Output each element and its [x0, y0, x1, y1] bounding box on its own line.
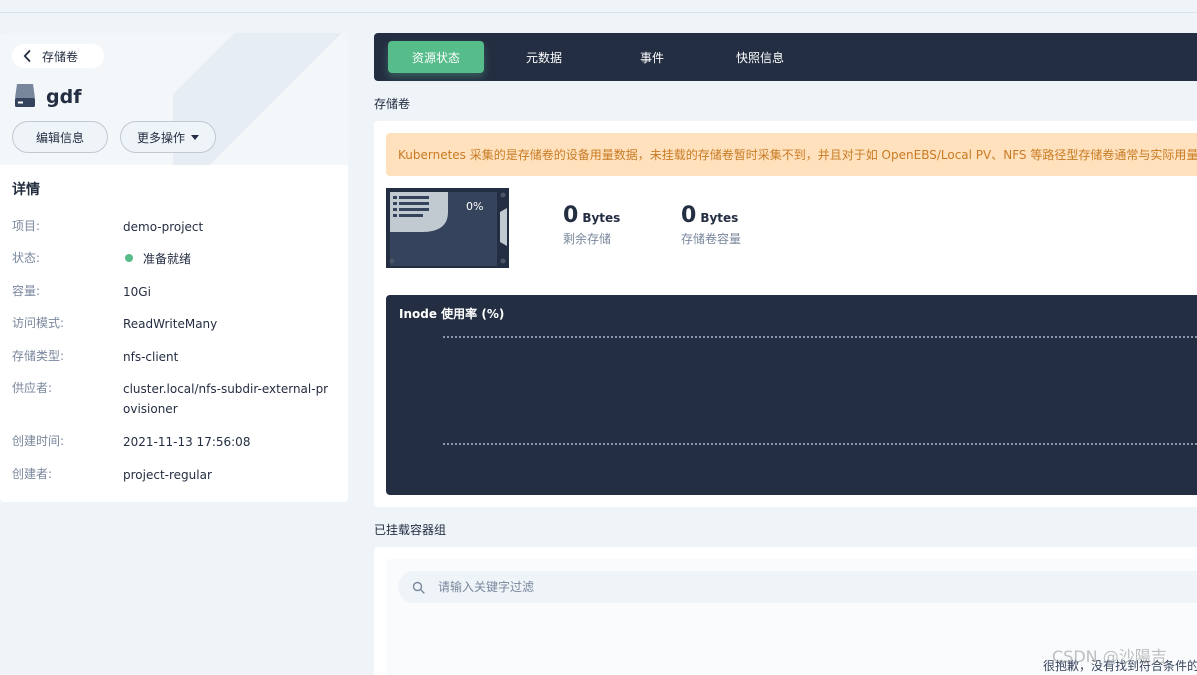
detail-row-capacity: 容量: 10Gi [12, 282, 342, 302]
volume-usage-card: Kubernetes 采集的是存储卷的设备用量数据，未挂载的存储卷暂时采集不到，… [374, 121, 1197, 507]
tab-bar: 资源状态 元数据 事件 快照信息 [374, 33, 1197, 81]
detail-value: cluster.local/nfs-subdir-external-provis… [123, 382, 329, 416]
inode-usage-chart: Inode 使用率 (%) [386, 295, 1197, 495]
status-dot-icon [125, 254, 133, 262]
remaining-storage-stat: 0 Bytes 剩余存储 [563, 203, 620, 247]
tab-resource-status[interactable]: 资源状态 [388, 41, 484, 73]
volume-icon [14, 82, 36, 112]
search-input[interactable] [438, 580, 1138, 594]
disk-usage-graphic: 0% [386, 188, 509, 268]
more-actions-label: 更多操作 [136, 130, 185, 145]
more-actions-button[interactable]: 更多操作 [120, 121, 216, 153]
detail-key: 项目: [12, 219, 41, 233]
edit-info-button[interactable]: 编辑信息 [12, 121, 108, 153]
capacity-label: 存储卷容量 [681, 232, 742, 246]
chart-gridline [443, 336, 1197, 338]
watermark: CSDN @沙陽吉 [1052, 647, 1167, 666]
details-card: 详情 项目: demo-project 状态: 准备就绪 容量: 10Gi 访问… [0, 165, 348, 502]
status-text: 准备就绪 [143, 252, 192, 266]
chart-gridline [443, 443, 1197, 445]
pods-section-label: 已挂载容器组 [374, 523, 447, 537]
capacity-stat: 0 Bytes 存储卷容量 [681, 203, 741, 247]
page-title: gdf [14, 82, 81, 112]
detail-key: 状态: [12, 251, 41, 265]
volume-header-card: 存储卷 gdf 编辑信息 更多操作 [0, 33, 348, 165]
remaining-value: 0 [563, 203, 579, 228]
capacity-unit: Bytes [700, 211, 739, 225]
detail-row-provisioner: 供应者: cluster.local/nfs-subdir-external-p… [12, 379, 342, 419]
detail-key: 访问模式: [12, 316, 65, 330]
detail-row-access-mode: 访问模式: ReadWriteMany [12, 314, 342, 334]
remaining-label: 剩余存储 [563, 232, 612, 246]
detail-row-created-time: 创建时间: 2021-11-13 17:56:08 [12, 432, 342, 452]
detail-key: 供应者: [12, 381, 53, 395]
edit-info-label: 编辑信息 [35, 130, 84, 145]
details-title: 详情 [12, 182, 40, 198]
detail-row-project: 项目: demo-project [12, 217, 342, 237]
detail-value: project-regular [123, 468, 212, 482]
detail-value: ReadWriteMany [123, 317, 218, 331]
detail-key: 创建时间: [12, 434, 65, 448]
chevron-left-icon [12, 50, 42, 62]
top-divider [0, 12, 1197, 13]
disk-illustration-icon [389, 190, 507, 266]
tab-metadata[interactable]: 元数据 [496, 41, 592, 73]
search-icon [398, 581, 438, 594]
detail-row-status: 状态: 准备就绪 [12, 249, 342, 269]
detail-value-status: 准备就绪 [123, 249, 335, 269]
capacity-value: 0 [681, 203, 697, 228]
chart-title: Inode 使用率 (%) [399, 307, 505, 321]
tab-events[interactable]: 事件 [604, 41, 700, 73]
back-button[interactable]: 存储卷 [12, 44, 104, 68]
remaining-unit: Bytes [582, 211, 621, 225]
detail-row-creator: 创建者: project-regular [12, 465, 342, 485]
detail-key: 容量: [12, 284, 41, 298]
detail-value: demo-project [123, 220, 204, 234]
tab-snapshots[interactable]: 快照信息 [712, 41, 808, 73]
detail-value: 2021-11-13 17:56:08 [123, 435, 251, 449]
detail-value: 10Gi [123, 285, 151, 299]
back-label: 存储卷 [42, 49, 79, 64]
volume-name: gdf [46, 86, 82, 108]
caret-down-icon [191, 134, 199, 140]
detail-row-storage-class: 存储类型: nfs-client [12, 347, 342, 367]
detail-key: 存储类型: [12, 349, 65, 363]
volume-section-label: 存储卷 [374, 97, 411, 111]
detail-value: nfs-client [123, 350, 179, 364]
usage-warning: Kubernetes 采集的是存储卷的设备用量数据，未挂载的存储卷暂时采集不到，… [386, 133, 1197, 176]
search-bar[interactable] [398, 571, 1197, 603]
detail-key: 创建者: [12, 467, 53, 481]
disk-usage-percent: 0% [466, 200, 484, 213]
